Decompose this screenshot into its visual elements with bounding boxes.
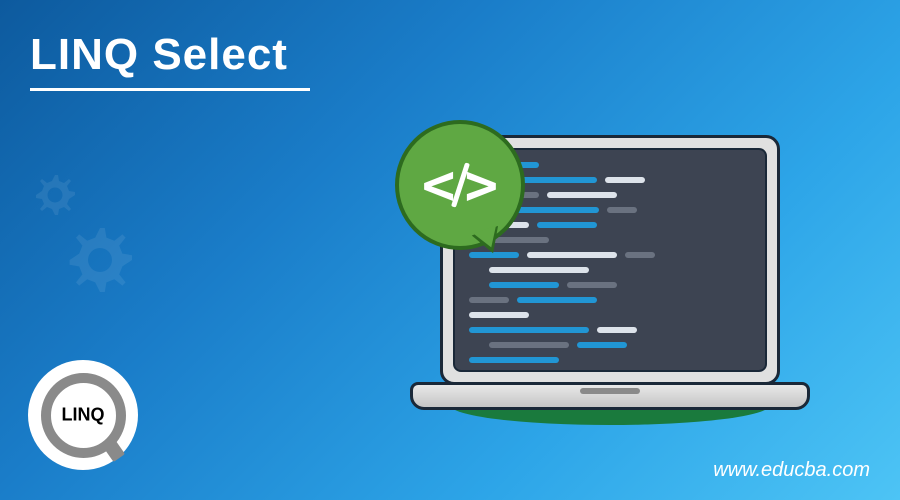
linq-logo: LINQ [28,360,138,470]
laptop-base [410,382,810,410]
gear-decoration-large [60,220,140,300]
website-url: www.educba.com [713,459,870,482]
code-icon: <> [422,153,498,218]
page-title: LINQ Select [30,30,288,80]
linq-logo-text: LINQ [62,405,105,426]
laptop-bezel: <> [440,135,780,385]
title-underline [30,88,310,91]
laptop-illustration: <> [380,90,840,440]
gear-decoration-small [30,170,80,220]
code-badge: <> [395,120,525,250]
